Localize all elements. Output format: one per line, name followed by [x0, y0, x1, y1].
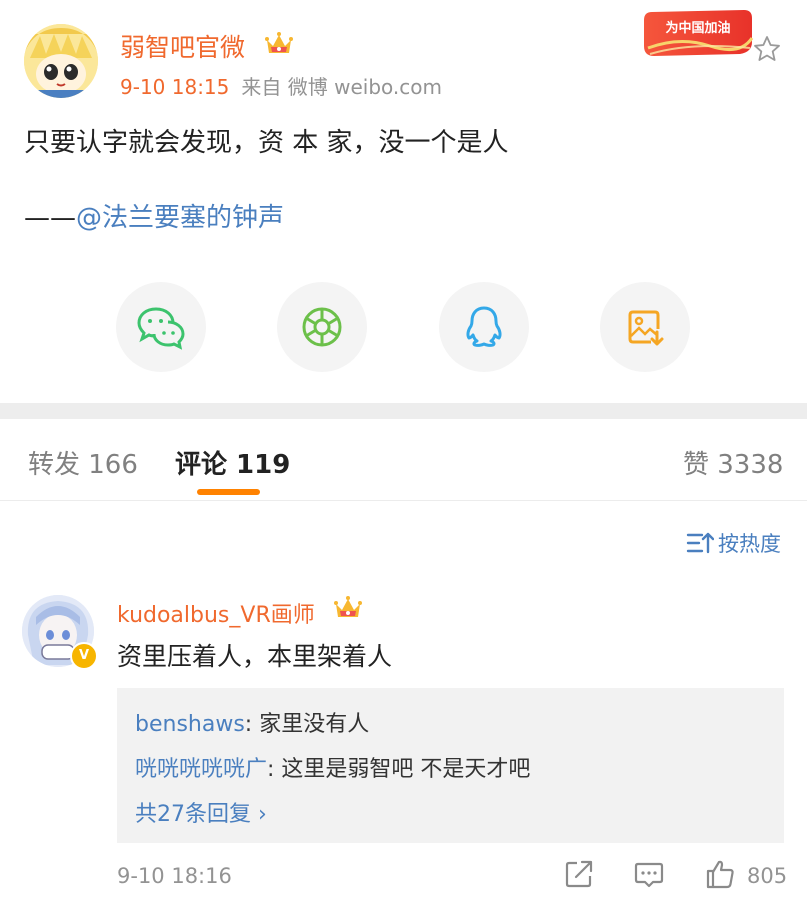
favorite-star-icon[interactable]: [752, 34, 782, 64]
post-time: 9-10 18:15: [120, 75, 230, 99]
share-moments-button[interactable]: [277, 282, 367, 372]
view-all-replies-link[interactable]: 共27条回复 ›: [135, 796, 267, 828]
sort-by-hot-button[interactable]: 按热度: [686, 528, 781, 558]
wechat-icon: [137, 307, 185, 350]
author-name[interactable]: 弱智吧官微: [120, 28, 245, 64]
section-divider: [0, 403, 807, 419]
tabs-divider: [0, 500, 807, 501]
moments-icon: [302, 307, 342, 347]
comment-time: 9-10 18:16: [117, 864, 232, 888]
reply-text: : 这里是弱智吧 不是天才吧: [267, 757, 531, 782]
thumbs-up-icon: [706, 860, 734, 889]
reply-text: : 家里没有人: [244, 712, 370, 737]
share-qq-button[interactable]: [439, 282, 529, 372]
post-source: 来自 微博 weibo.com: [241, 75, 442, 99]
comment-text: 资里压着人，本里架着人: [117, 642, 393, 671]
forward-icon: [565, 860, 593, 888]
reply-comment-button[interactable]: [633, 858, 665, 890]
share-comment-button[interactable]: [563, 858, 595, 890]
commenter-name[interactable]: kudoalbus_VR画师: [117, 597, 315, 629]
active-tab-indicator: [197, 489, 260, 495]
save-image-icon: [628, 310, 664, 346]
save-image-button[interactable]: [600, 282, 690, 372]
comment-like-count: 805: [747, 864, 788, 888]
qq-icon: [466, 306, 502, 347]
post-text: 只要认字就会发现，资 本 家，没一个是人: [24, 128, 509, 158]
signature-dash: ——: [24, 203, 76, 233]
share-wechat-button[interactable]: [116, 282, 206, 372]
verified-badge-icon: V: [70, 642, 98, 670]
reply-author[interactable]: 咣咣咣咣咣广: [135, 757, 267, 782]
tab-comments[interactable]: 评论 119: [175, 444, 290, 481]
vip-crown-icon: [264, 30, 294, 58]
author-avatar[interactable]: [24, 24, 98, 98]
comment-icon: [634, 862, 664, 888]
sort-icon: [686, 532, 714, 554]
mention-link[interactable]: @法兰要塞的钟声: [76, 203, 284, 233]
tab-reposts[interactable]: 转发 166: [28, 444, 138, 481]
badge-text: 为中国加油: [665, 20, 730, 36]
vip-crown-icon: [333, 594, 363, 622]
tab-likes[interactable]: 赞 3338: [683, 444, 783, 481]
cheer-china-badge: 为中国加油: [640, 8, 756, 60]
reply-item[interactable]: benshaws: 家里没有人: [135, 706, 369, 738]
sort-label: 按热度: [718, 532, 781, 556]
post-signature: ——@法兰要塞的钟声: [24, 197, 284, 234]
like-comment-button[interactable]: [704, 858, 736, 890]
post-meta: 9-10 18:15 来自 微博 weibo.com: [120, 71, 442, 100]
reply-author[interactable]: benshaws: [135, 712, 245, 737]
reply-item[interactable]: 咣咣咣咣咣广: 这里是弱智吧 不是天才吧: [135, 751, 530, 783]
